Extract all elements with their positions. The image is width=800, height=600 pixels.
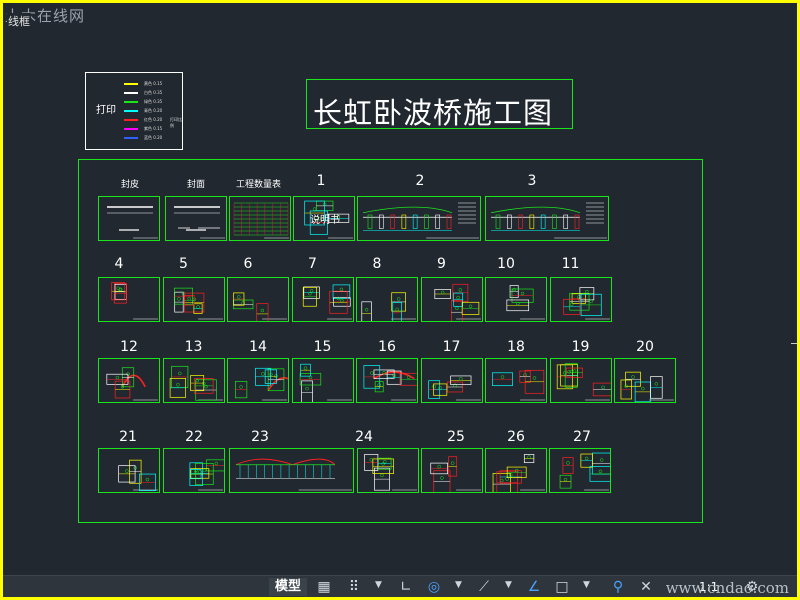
- legend-swatch: [124, 128, 138, 130]
- legend-label: 紫色 0.15: [144, 126, 163, 131]
- sheet-number-label: 4: [114, 256, 124, 272]
- viewport-label[interactable]: 线框: [7, 13, 31, 29]
- legend-swatch: [124, 92, 138, 94]
- legend-label: 蓝色 0.20: [144, 135, 163, 140]
- title-block: 长虹卧波桥施工图: [306, 79, 573, 130]
- sheet-thumbnail[interactable]: [356, 358, 418, 403]
- sheet-thumbnail[interactable]: [357, 196, 481, 241]
- sheet-thumbnail[interactable]: [229, 448, 354, 493]
- sheet-number-label: 25: [447, 429, 465, 445]
- legend-label: 青色 0.20: [144, 108, 163, 113]
- sheet-number-label: 7: [308, 256, 317, 272]
- sheet-number-label: 6: [243, 256, 253, 272]
- sheet-number-label: 10: [497, 256, 515, 272]
- object-snap-icon[interactable]: □: [553, 578, 571, 596]
- legend-note: 打印比例: [170, 117, 182, 128]
- sheet-number-label: 封面: [187, 180, 206, 190]
- sheet-thumbnail[interactable]: [98, 277, 160, 322]
- crosshair-cursor: [791, 343, 797, 344]
- sheet-number-label: 12: [120, 339, 138, 355]
- sheet-thumbnail[interactable]: [227, 277, 289, 322]
- sheet-number-label: 22: [185, 429, 203, 445]
- legend-label: 绿色 0.35: [144, 99, 163, 104]
- sheet-number-label: 24: [355, 429, 373, 445]
- polar-tracking-icon[interactable]: ◎: [425, 578, 443, 596]
- sheet-number-label: 21: [119, 429, 137, 445]
- sheet-thumbnail[interactable]: [420, 277, 483, 322]
- chevron-down-icon[interactable]: ▼: [583, 580, 590, 590]
- sheet-thumbnail[interactable]: [420, 358, 483, 403]
- sheet-thumbnail[interactable]: [162, 358, 225, 403]
- sheet-number-label: 26: [507, 429, 525, 445]
- sheet-number-label: 3: [527, 173, 537, 189]
- sheet-thumbnail[interactable]: [98, 358, 160, 403]
- object-snap-tracking-icon[interactable]: ∠: [525, 578, 543, 596]
- sheet-thumbnail[interactable]: [485, 448, 547, 493]
- sheet-thumbnail[interactable]: [485, 277, 547, 322]
- sheet-thumbnail[interactable]: 说明书: [293, 196, 355, 241]
- sheet-number-label: 14: [249, 339, 267, 355]
- legend-swatch: [124, 101, 138, 103]
- chevron-down-icon[interactable]: ▼: [455, 580, 462, 590]
- model-tab[interactable]: 模型: [269, 578, 307, 596]
- drawing-canvas[interactable]: 土木在线网 线框 打印 黄色 0.15 白色 0.35 绿色 0.35 青色 0.20…: [3, 3, 797, 597]
- sheet-thumbnail[interactable]: [291, 358, 354, 403]
- sheet-number-label: 19: [571, 339, 590, 355]
- sheet-number-label: 工程数量表: [236, 180, 282, 190]
- chevron-down-icon[interactable]: ▼: [375, 580, 382, 590]
- sheet-number-label: 27: [573, 429, 591, 445]
- sheet-thumbnail[interactable]: [291, 277, 354, 322]
- sheet-number-label: 23: [251, 429, 269, 445]
- sheet-thumbnail[interactable]: [485, 358, 547, 403]
- drawing-title: 长虹卧波桥施工图: [313, 96, 554, 130]
- sheet-thumbnail[interactable]: [357, 448, 419, 493]
- sheet-thumbnail[interactable]: [163, 448, 225, 493]
- annotation-visibility-icon[interactable]: ⚲: [609, 578, 627, 596]
- legend-swatch: [124, 83, 138, 85]
- sheet-thumbnail[interactable]: [165, 196, 227, 241]
- snap-icon[interactable]: ⠿: [345, 578, 363, 596]
- legend-swatch: [124, 119, 138, 121]
- sheet-number-label: 9: [437, 256, 446, 272]
- sheet-thumbnail[interactable]: [98, 196, 160, 241]
- grid-icon[interactable]: ▦: [315, 578, 333, 596]
- sheet-text: 说明书: [310, 215, 340, 226]
- sheet-number-label: 1: [316, 173, 326, 189]
- sheet-thumbnail[interactable]: [549, 358, 612, 403]
- chevron-down-icon[interactable]: ▼: [505, 580, 512, 590]
- legend-label: 黄色 0.15: [144, 81, 163, 86]
- sheet-thumbnail[interactable]: [485, 196, 609, 241]
- sheet-number-label: 8: [372, 256, 382, 272]
- sheet-number-label: 15: [313, 339, 332, 355]
- sheet-number-label: 20: [636, 339, 654, 355]
- legend-swatch: [124, 137, 138, 139]
- sheet-thumbnail[interactable]: [614, 358, 676, 403]
- sheet-thumbnail[interactable]: [98, 448, 160, 493]
- sheet-thumbnail[interactable]: [229, 196, 291, 241]
- sheet-thumbnail[interactable]: [227, 358, 289, 403]
- status-bar: 模型 ▦ ⠿ ▼ ∟ ◎ ▼ ⟋ ▼ ∠ □ ▼ ⚲ ✕ 1:1 ⚙ www.c…: [3, 575, 797, 597]
- legend-swatch: [124, 110, 138, 112]
- sheet-thumbnail[interactable]: [549, 277, 612, 322]
- sheet-number-label: 17: [442, 339, 461, 355]
- sheet-number-label: 18: [507, 339, 525, 355]
- sheet-thumbnail[interactable]: [549, 448, 611, 493]
- ortho-icon[interactable]: ∟: [397, 578, 415, 596]
- watermark-bottom: www.cndao.com: [665, 579, 789, 597]
- autoscale-icon[interactable]: ✕: [637, 578, 655, 596]
- sheet-number-label: 13: [184, 339, 203, 355]
- sheet-number-label: 封皮: [121, 180, 140, 190]
- legend-title: 打印: [96, 105, 116, 116]
- sheet-number-label: 16: [378, 339, 396, 355]
- legend-label: 红色 0.20: [144, 117, 163, 122]
- sheet-number-label: 11: [561, 256, 580, 272]
- sheet-number-label: 5: [179, 256, 188, 272]
- sheet-thumbnail[interactable]: [356, 277, 418, 322]
- isodraft-icon[interactable]: ⟋: [475, 578, 493, 596]
- print-legend: 打印 黄色 0.15 白色 0.35 绿色 0.35 青色 0.20 红色 0.20 紫色…: [85, 72, 183, 150]
- sheet-thumbnail[interactable]: [421, 448, 483, 493]
- legend-label: 白色 0.35: [144, 90, 163, 95]
- sheet-number-label: 2: [415, 173, 425, 189]
- sheet-thumbnail[interactable]: [162, 277, 225, 322]
